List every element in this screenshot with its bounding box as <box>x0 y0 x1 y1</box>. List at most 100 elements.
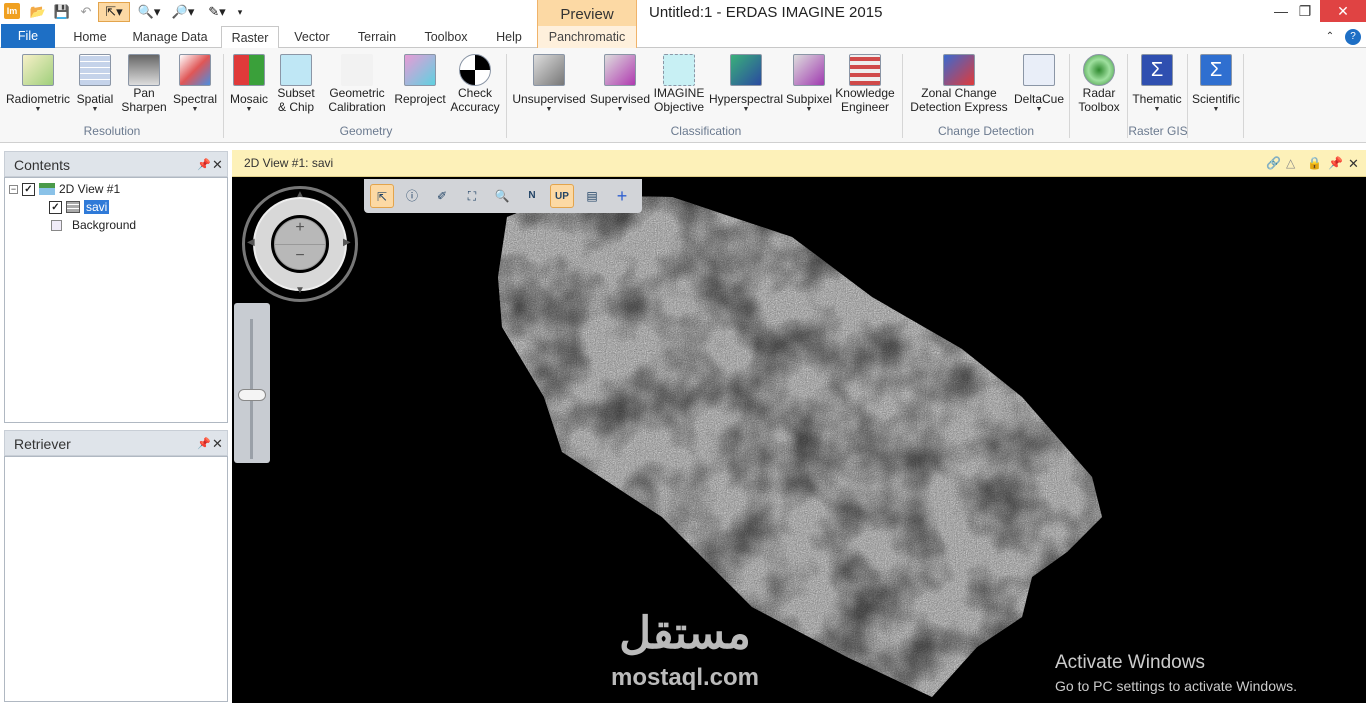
zoom-hub[interactable]: + − <box>274 218 326 270</box>
save-icon[interactable]: 💾 <box>52 2 72 22</box>
pin-icon[interactable]: 📌 <box>197 431 211 457</box>
target-icon <box>459 54 491 86</box>
radiometric-button[interactable]: Radiometric ▼ <box>4 52 72 114</box>
info-icon[interactable]: ⓘ <box>400 184 424 208</box>
minimize-icon[interactable]: — <box>1268 0 1294 22</box>
pan-left-icon[interactable]: ◀ <box>247 237 255 248</box>
pan-sharpen-icon <box>128 54 160 86</box>
reproject-button[interactable]: Reproject <box>392 52 448 106</box>
group-classification-label: Classification <box>670 124 742 138</box>
crosshair-icon[interactable]: + <box>610 184 634 208</box>
knowledge-engineer-button[interactable]: Knowledge Engineer <box>832 52 898 114</box>
pin-icon[interactable]: 📌 <box>1328 150 1343 177</box>
tab-toolbox[interactable]: Toolbox <box>418 26 474 48</box>
retriever-body <box>4 456 228 702</box>
tab-panchromatic[interactable]: Panchromatic <box>537 26 637 49</box>
radar-toolbox-button[interactable]: Radar Toolbox <box>1072 52 1126 114</box>
fit-to-frame-icon[interactable]: ⛶ <box>460 184 484 208</box>
collapse-icon[interactable]: − <box>9 184 18 194</box>
group-raster-gis-label: Raster GIS <box>1128 124 1188 138</box>
lock-icon[interactable]: 🔒 <box>1307 150 1322 177</box>
activation-subtitle: Go to PC settings to activate Windows. <box>1055 678 1297 694</box>
subpixel-button[interactable]: Subpixel ▼ <box>786 52 832 114</box>
contents-tree: − ✓ 2D View #1 ✓ savi Background <box>4 177 228 423</box>
spectral-button[interactable]: Spectral ▼ <box>172 52 218 114</box>
subpixel-icon <box>793 54 825 86</box>
zoom-slider[interactable] <box>234 303 270 463</box>
eraser-icon[interactable]: ✎▾ <box>202 2 232 22</box>
window-title: Untitled:1 - ERDAS IMAGINE 2015 <box>649 4 883 21</box>
collapse-ribbon-icon[interactable]: ⌃ <box>1322 26 1338 48</box>
layer-checkbox[interactable]: ✓ <box>49 200 62 214</box>
deltacue-button[interactable]: DeltaCue ▼ <box>1012 52 1066 114</box>
undo-icon[interactable]: ↶ <box>76 2 96 22</box>
sigma-chart-icon: Σ <box>1200 54 1232 86</box>
restore-icon[interactable]: ❐ <box>1292 0 1318 22</box>
spatial-icon <box>79 54 111 86</box>
view-icon <box>39 183 55 195</box>
deltacue-icon <box>1023 54 1055 86</box>
zoom-out-icon[interactable]: − <box>275 245 325 267</box>
tab-raster[interactable]: Raster <box>221 26 279 49</box>
hyperspectral-button[interactable]: Hyperspectral ▼ <box>706 52 786 114</box>
supervised-button[interactable]: Supervised ▼ <box>588 52 652 114</box>
customize-qat-icon[interactable]: ▾ <box>234 2 246 22</box>
pan-down-icon[interactable]: ▼ <box>295 285 305 296</box>
mosaic-button[interactable]: Mosaic ▼ <box>228 52 270 114</box>
check-accuracy-button[interactable]: Check Accuracy <box>448 52 502 114</box>
zoom-out-icon[interactable]: 🔎▾ <box>168 2 198 22</box>
close-window-button[interactable]: ✕ <box>1320 0 1366 22</box>
link-icon[interactable]: 🔗 <box>1266 150 1281 177</box>
app-icon[interactable]: Im <box>4 3 20 19</box>
subset-chip-button[interactable]: Subset & Chip <box>270 52 322 114</box>
warning-icon[interactable]: △ <box>1286 150 1295 177</box>
close-icon[interactable]: ✕ <box>212 431 223 457</box>
raster-image <box>498 195 1102 697</box>
unsupervised-icon <box>533 54 565 86</box>
brush-icon[interactable]: ✐ <box>430 184 454 208</box>
select-pointer-icon[interactable]: ⇱▾ <box>98 2 130 22</box>
activation-notice: Activate Windows Go to PC settings to ac… <box>1055 652 1297 694</box>
geometric-calibration-button[interactable]: Geometric Calibration <box>322 52 392 114</box>
zonal-change-detection-button[interactable]: Zonal Change Detection Express <box>906 52 1012 114</box>
tab-file[interactable]: File <box>1 24 55 48</box>
view-checkbox[interactable]: ✓ <box>22 182 35 196</box>
select-icon[interactable]: ⇱ <box>370 184 394 208</box>
pin-icon[interactable]: 📌 <box>197 152 211 178</box>
tree-item-background[interactable]: Background <box>51 218 136 232</box>
layers-icon[interactable]: ▤ <box>580 184 604 208</box>
pan-up-icon[interactable]: ▲ <box>295 189 305 200</box>
zoom-in-icon[interactable]: 🔍▾ <box>134 2 164 22</box>
spatial-button[interactable]: Spatial ▼ <box>74 52 116 114</box>
pan-right-icon[interactable]: ▶ <box>343 237 351 248</box>
tree-item-layer[interactable]: ✓ savi <box>49 200 110 214</box>
unsupervised-button[interactable]: Unsupervised ▼ <box>510 52 588 114</box>
zoom-in-icon[interactable]: + <box>275 219 325 245</box>
imagine-objective-button[interactable]: IMAGINE Objective <box>652 52 706 114</box>
zoom-slider-thumb[interactable] <box>238 389 266 401</box>
group-separator <box>1069 54 1070 138</box>
title-bar: Im 📂 💾 ↶ ⇱▾ 🔍▾ 🔎▾ ✎▾ ▾ Preview Untitled:… <box>0 0 1366 48</box>
pan-navigator[interactable]: + − ▲ ▼ ◀ ▶ <box>242 186 358 302</box>
tab-manage-data[interactable]: Manage Data <box>128 26 212 48</box>
tab-help[interactable]: Help <box>490 26 528 48</box>
help-icon[interactable]: ? <box>1345 29 1361 45</box>
group-separator <box>1243 54 1244 138</box>
thematic-button[interactable]: Σ Thematic ▼ <box>1130 52 1184 114</box>
pan-sharpen-button[interactable]: Pan Sharpen <box>116 52 172 114</box>
scientific-button[interactable]: Σ Scientific ▼ <box>1190 52 1242 114</box>
group-separator <box>223 54 224 138</box>
open-folder-icon[interactable]: 📂 <box>28 2 48 22</box>
group-geometry-label: Geometry <box>339 124 393 138</box>
close-icon[interactable]: ✕ <box>1348 150 1359 177</box>
tree-item-view[interactable]: − ✓ 2D View #1 <box>9 182 120 196</box>
map-canvas[interactable]: ⇱ ⓘ ✐ ⛶ 🔍 N UP ▤ + + − ▲ ▼ ◀ ▶ <box>232 177 1366 703</box>
zoom-icon[interactable]: 🔍 <box>490 184 514 208</box>
tab-vector[interactable]: Vector <box>288 26 336 48</box>
knowledge-engineer-icon <box>849 54 881 86</box>
close-icon[interactable]: ✕ <box>212 152 223 178</box>
north-up-icon[interactable]: N <box>520 184 544 208</box>
tab-terrain[interactable]: Terrain <box>350 26 404 48</box>
tab-home[interactable]: Home <box>66 26 114 48</box>
rotate-up-icon[interactable]: UP <box>550 184 574 208</box>
